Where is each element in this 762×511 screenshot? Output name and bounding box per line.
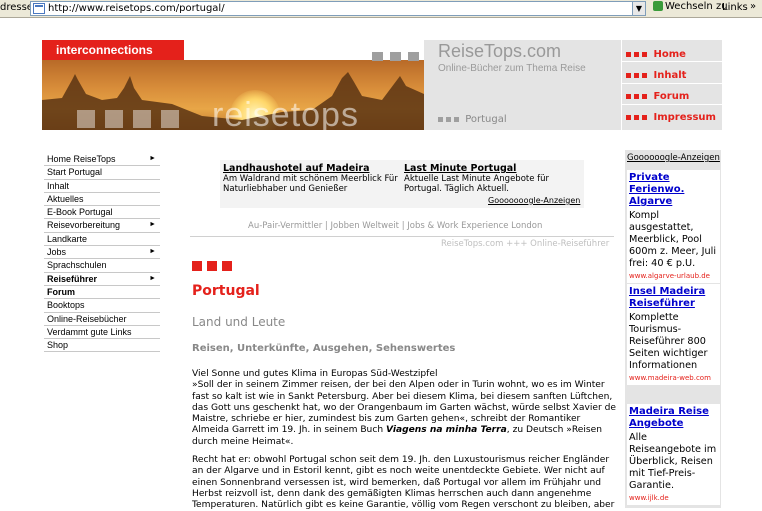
ad-link-last-minute[interactable]: Last Minute Portugal bbox=[404, 163, 516, 174]
site-header: reisetops interconnections ReiseTops.com… bbox=[42, 40, 723, 130]
arrow-right-icon: ► bbox=[149, 274, 156, 282]
tagline: ReiseTops.com +++ Online-Reiseführer bbox=[441, 239, 610, 249]
sidebar-item-online-reisebuecher[interactable]: Online-Reisebücher bbox=[44, 313, 160, 326]
page-icon bbox=[33, 3, 45, 14]
url-input[interactable]: http://www.reisetops.com/portugal/ ▼ bbox=[30, 1, 646, 16]
site-title: ReiseTops.com bbox=[438, 41, 562, 61]
url-text: http://www.reisetops.com/portugal/ bbox=[48, 3, 225, 14]
ad-title-link[interactable]: Insel Madeira Reiseführer bbox=[627, 284, 720, 312]
go-arrow-icon bbox=[653, 1, 663, 11]
page-title: Portugal bbox=[192, 283, 260, 299]
sidebar-nav: Home ReiseTops ► Start Portugal Inhalt Ak… bbox=[44, 153, 160, 353]
ad-text: Alle Reiseangebote im Überblick, Reisen … bbox=[629, 432, 717, 491]
site-subtitle: Online-Bücher zum Thema Reise bbox=[438, 63, 586, 74]
sidebar-item-forum[interactable]: Forum bbox=[44, 286, 160, 300]
sidebar-item-shop[interactable]: Shop bbox=[44, 339, 160, 353]
page-subtitle: Land und Leute bbox=[192, 315, 286, 329]
sidebar-item-landkarte[interactable]: Landkarte bbox=[44, 233, 160, 247]
red-squares bbox=[192, 256, 237, 275]
sidebar-item-home-reisetops[interactable]: Home ReiseTops ► bbox=[44, 153, 160, 167]
interconnections-tab[interactable]: interconnections bbox=[42, 40, 184, 60]
arrow-right-icon: ► bbox=[149, 221, 156, 229]
book-title: Viagens na minha Terra bbox=[385, 425, 507, 436]
google-ads-link[interactable]: Gooooooogle-Anzeigen bbox=[488, 196, 580, 205]
paragraph-body: Recht hat er: obwohl Portugal schon seit… bbox=[192, 455, 615, 511]
ad-text: Aktuelle Last Minute Angebote für Portug… bbox=[404, 174, 550, 194]
go-label: Wechseln zu bbox=[665, 1, 728, 12]
chevron-right-icon[interactable]: » bbox=[750, 1, 756, 12]
right-ad-3: Madeira Reise Angebote Alle Reiseangebot… bbox=[627, 404, 720, 505]
chevron-down-icon[interactable]: ▼ bbox=[632, 2, 645, 15]
wordmark-squares bbox=[77, 110, 189, 130]
links-button[interactable]: Links bbox=[722, 2, 748, 13]
nav-home[interactable]: Home bbox=[626, 49, 686, 60]
sidebar-item-reisevorbereitung[interactable]: Reisevorbereitung ► bbox=[44, 219, 160, 233]
ad-url[interactable]: www.algarve-urlaub.de bbox=[627, 270, 720, 283]
sidebar-item-sprachschulen[interactable]: Sprachschulen bbox=[44, 259, 160, 273]
title-squares bbox=[372, 46, 426, 65]
ad-text: Am Waldrand mit schönem Meerblick Für Na… bbox=[223, 174, 398, 194]
address-bar: dresse http://www.reisetops.com/portugal… bbox=[0, 0, 762, 18]
right-ad-2: Insel Madeira Reiseführer Komplette Tour… bbox=[627, 284, 720, 385]
sidebar-item-inhalt[interactable]: Inhalt bbox=[44, 180, 160, 193]
go-button[interactable]: Wechseln zu bbox=[653, 1, 728, 16]
nav-impressum[interactable]: Impressum bbox=[626, 112, 716, 123]
ad-text: Komplette Tourismus-Reiseführer 800 Seit… bbox=[629, 312, 708, 371]
sidebar-item-jobs[interactable]: Jobs ► bbox=[44, 246, 160, 260]
ad-link-landhaushotel[interactable]: Landhaushotel auf Madeira bbox=[223, 163, 370, 174]
ad-url[interactable]: www.ijlk.de bbox=[627, 492, 720, 505]
breadcrumb: Portugal bbox=[438, 114, 507, 125]
ad-url[interactable]: www.madeira-web.com bbox=[627, 372, 720, 385]
ad-title-link[interactable]: Madeira Reise Angebote bbox=[627, 404, 720, 432]
google-ads-header[interactable]: Goooooogle-Anzeigen bbox=[627, 153, 720, 163]
sidebar-item-start-portugal[interactable]: Start Portugal bbox=[44, 166, 160, 180]
nav-inhalt[interactable]: Inhalt bbox=[626, 70, 686, 81]
sidebar-item-booktops[interactable]: Booktops bbox=[44, 299, 160, 313]
wordmark: reisetops bbox=[212, 96, 359, 130]
sidebar-item-ebook[interactable]: E-Book Portugal bbox=[44, 206, 160, 220]
breadcrumb-label: Portugal bbox=[465, 114, 507, 125]
sidebar-item-aktuelles[interactable]: Aktuelles bbox=[44, 193, 160, 207]
arrow-right-icon: ► bbox=[149, 248, 156, 256]
right-ad-1: Private Ferienwo. Algarve Kompl ausgesta… bbox=[627, 170, 720, 283]
nav-forum[interactable]: Forum bbox=[626, 91, 689, 102]
ad-title-link[interactable]: Private Ferienwo. Algarve bbox=[627, 170, 720, 210]
divider bbox=[190, 236, 614, 237]
paragraph-intro: Viel Sonne und gutes Klima in Europas Sü… bbox=[192, 369, 616, 447]
tab-label: interconnections bbox=[56, 43, 153, 57]
sidebar-item-reisefuehrer[interactable]: Reiseführer ► bbox=[44, 273, 160, 286]
top-nav: Home Inhalt Forum Impressum bbox=[621, 40, 723, 130]
address-label: dresse bbox=[0, 2, 33, 13]
sidebar-item-links[interactable]: Verdammt gute Links bbox=[44, 326, 160, 340]
job-links-row[interactable]: Au-Pair-Vermittler | Jobben Weltweit | J… bbox=[248, 221, 542, 231]
ad-text: Kompl ausgestattet, Meerblick, Pool 600m… bbox=[629, 210, 717, 269]
arrow-right-icon: ► bbox=[149, 155, 156, 162]
header-photo: reisetops bbox=[42, 60, 424, 130]
page-subheading: Reisen, Unterkünfte, Ausgehen, Sehenswer… bbox=[192, 343, 456, 354]
